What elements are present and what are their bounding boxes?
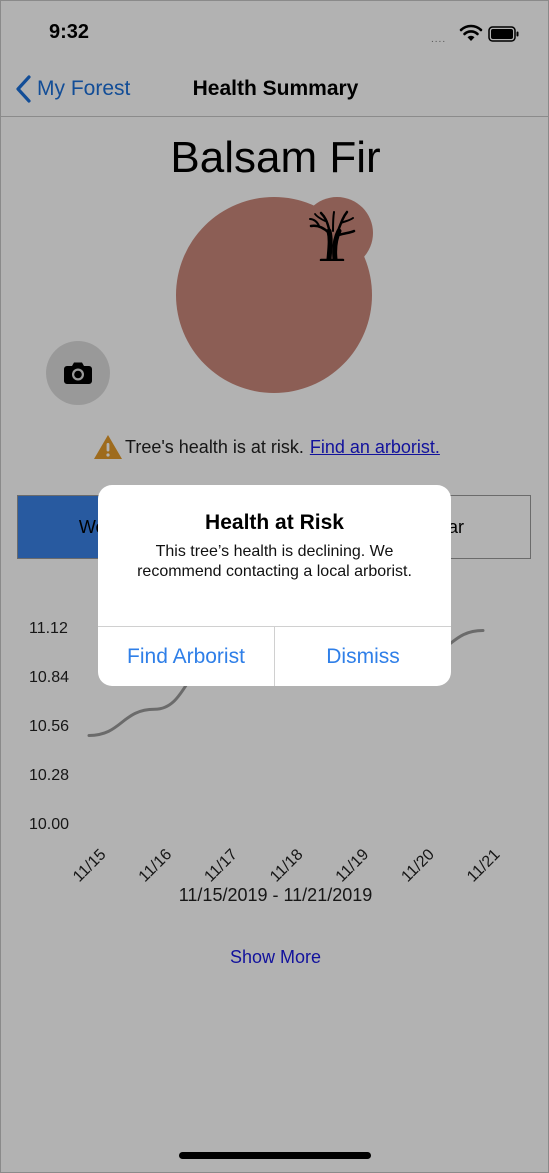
find-arborist-button[interactable]: Find Arborist bbox=[98, 627, 275, 686]
dismiss-button[interactable]: Dismiss bbox=[275, 627, 451, 686]
health-summary-screen: 9:32 .... My Forest Health Summary Balsa… bbox=[0, 0, 549, 1173]
alert-message: This tree’s health is declining. We reco… bbox=[137, 543, 412, 580]
alert-buttons: Find Arborist Dismiss bbox=[98, 626, 451, 686]
alert-title: Health at Risk bbox=[205, 511, 344, 534]
health-risk-alert: Health at Risk This tree’s health is dec… bbox=[98, 485, 451, 686]
